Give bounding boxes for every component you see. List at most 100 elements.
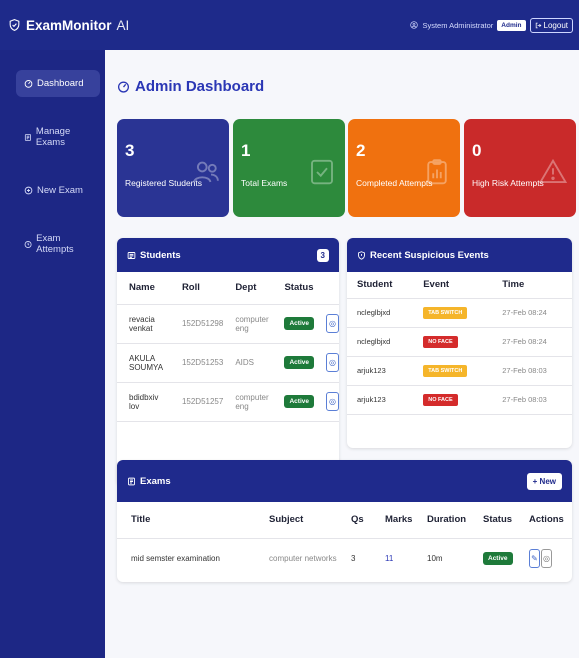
event-student: ncleglbjxd [347,298,414,328]
brand[interactable]: ExamMonitor AI [8,18,129,33]
column-header: Student [347,272,414,299]
shield-alert-icon [358,250,365,260]
table-row: ncleglbjxd NO FACE 27-Feb 08:24 [347,327,572,357]
column-header: Roll [169,272,224,305]
column-header: Status [272,272,339,305]
column-header: Marks [385,514,413,526]
event-student: arjuk123 [347,356,414,386]
column-header: Duration [427,514,467,526]
warning-icon [538,158,568,183]
stat-card-total-exams[interactable]: 1 Total Exams [233,119,345,217]
logout-label: Logout [543,20,568,30]
sidebar-item-label: Manage Exams [35,126,71,148]
event-badge: NO FACE [423,393,458,406]
event-student: arjuk123 [347,385,414,415]
page-title: Admin Dashboard [117,78,264,95]
eye-icon: ◎ [328,397,336,406]
view-student-button[interactable]: ◎ [325,392,339,411]
sidebar-item-label: Dashboard [37,78,84,89]
students-count-badge: 3 [316,248,329,262]
student-dept: AIDS [223,343,273,383]
sidebar-item-exam-attempts[interactable]: Exam Attempts [16,225,100,263]
status-badge: Active [284,395,314,408]
stat-card-registered-students[interactable]: 3 Registered Students [117,119,229,217]
event-time: 27-Feb 08:03 [492,356,572,386]
table-row: AKULA SOUMYA 152D51253 AIDS Active ◎ [117,343,339,383]
column-header: Time [492,272,572,299]
list-icon [128,477,135,485]
status-badge: Active [284,356,314,369]
top-navbar: ExamMonitor AI System Administrator Admi… [0,0,579,50]
new-exam-button[interactable]: + New [526,472,562,490]
checklist-icon [311,159,333,185]
brand-name: ExamMonitor [26,17,112,33]
sidebar-item-new-exam[interactable]: New Exam [16,177,100,204]
users-icon [193,161,219,183]
status-badge: Active [483,551,513,565]
students-table: Name Roll Dept Status revacia venkat 152… [117,272,339,422]
eye-icon: ◎ [328,319,336,328]
edit-exam-button[interactable]: ✎ [529,548,540,568]
student-roll: 152D51253 [169,343,224,383]
table-row: bdidbxiv lov 152D51257 computer eng Acti… [117,382,339,422]
column-header: Title [131,514,151,526]
exams-panel-header: Exams + New [117,460,572,502]
suspicious-events-panel: Recent Suspicious Events Student Event T… [347,238,572,448]
sidebar-item-manage-exams[interactable]: Manage Exams [16,118,100,156]
dashboard-icon [117,81,130,93]
student-name: revacia venkat [117,304,170,344]
current-user-name: System Administrator [422,20,494,30]
exam-marks: 11 [385,553,394,563]
clipboard-chart-icon [427,159,447,185]
user-circle-icon [410,21,419,29]
sidebar-item-label: Exam Attempts [36,233,74,255]
exam-questions: 3 [351,553,356,563]
event-time: 27-Feb 08:24 [492,327,572,357]
eye-icon: ◎ [543,553,550,563]
exam-subject: computer networks [269,553,337,563]
pencil-icon: ✎ [531,553,538,563]
student-name: AKULA SOUMYA [117,343,170,383]
logout-button[interactable]: Logout [529,17,573,33]
logout-icon [535,22,541,28]
sidebar-item-dashboard[interactable]: Dashboard [16,70,100,97]
stat-card-high-risk-attempts[interactable]: 0 High Risk Attempts [464,119,576,217]
students-panel: Students 3 Name Roll Dept Status revacia… [117,238,339,486]
main-content: Admin Dashboard 3 Registered Students 1 … [105,50,579,658]
table-row: arjuk123 TAB SWITCH 27-Feb 08:03 [347,356,572,386]
page-title-text: Admin Dashboard [135,78,265,95]
view-exam-button[interactable]: ◎ [541,548,552,568]
event-time: 27-Feb 08:03 [492,385,572,415]
students-panel-header: Students 3 [117,238,339,272]
exam-duration: 10m [427,553,443,563]
events-panel-header: Recent Suspicious Events [347,238,572,272]
table-row: mid semster examination computer network… [117,538,572,578]
column-header: Dept [223,272,273,305]
student-name: bdidbxiv lov [117,382,170,422]
event-badge: TAB SWITCH [423,306,468,319]
student-roll: 152D51257 [169,382,224,422]
view-student-button[interactable]: ◎ [325,353,339,372]
event-badge: NO FACE [423,335,458,348]
event-student: ncleglbjxd [347,327,414,357]
column-header: Subject [269,514,304,526]
table-row: ncleglbjxd TAB SWITCH 27-Feb 08:24 [347,298,572,328]
column-header: Actions [529,514,564,526]
role-badge: Admin [497,19,526,31]
table-row: revacia venkat 152D51298 computer eng Ac… [117,304,339,344]
exams-table: Title Subject Qs Marks Duration Status A… [117,502,572,578]
column-header: Event [413,272,493,299]
eye-icon: ◎ [328,358,336,367]
stat-card-completed-attempts[interactable]: 2 Completed Attempts [348,119,460,217]
status-badge: Active [284,317,314,330]
events-table: Student Event Time ncleglbjxd TAB SWITCH… [347,272,572,415]
exam-title: mid semster examination [131,553,220,563]
student-roll: 152D51298 [169,304,224,344]
column-header: Qs [351,514,364,526]
sidebar: Dashboard Manage Exams New Exam Exam Att… [0,50,105,658]
event-time: 27-Feb 08:24 [492,298,572,328]
student-dept: computer eng [223,304,273,344]
brand-suffix: AI [116,17,130,33]
view-student-button[interactable]: ◎ [325,314,339,333]
student-dept: computer eng [223,382,273,422]
